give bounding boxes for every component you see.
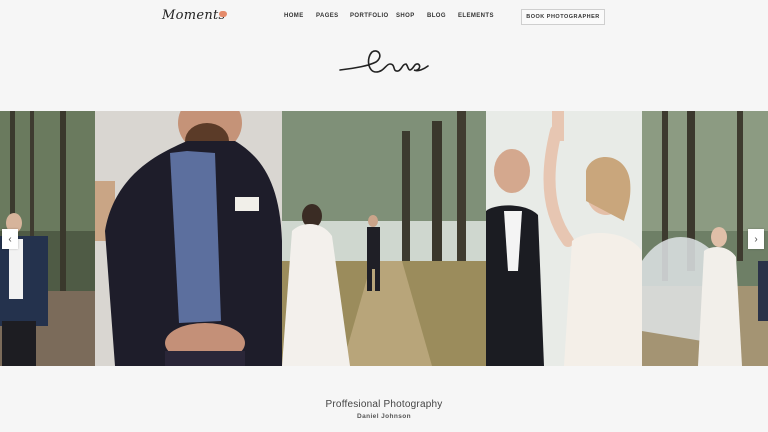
nav-item-pages[interactable]: PAGES — [316, 13, 339, 19]
gallery-caption-author: Daniel Johnson — [357, 413, 411, 420]
nav-item-elements[interactable]: ELEMENTS — [458, 13, 494, 19]
nav-item-portfolio[interactable]: PORTFOLIO — [350, 13, 389, 19]
gallery-caption-title: Proffesional Photography — [325, 399, 443, 410]
gallery-slide[interactable] — [282, 111, 486, 366]
gallery-next-button[interactable]: › — [748, 229, 764, 249]
main-nav: HOME PAGES PORTFOLIO SHOP BLOG ELEMENTS — [0, 13, 768, 23]
site-header: Moments HOME PAGES PORTFOLIO SHOP BLOG E… — [0, 0, 768, 38]
nav-item-home[interactable]: HOME — [284, 13, 304, 19]
gallery-prev-button[interactable]: ‹ — [2, 229, 18, 249]
book-photographer-button[interactable]: BOOK PHOTOGRAPHER — [521, 9, 605, 25]
nav-item-blog[interactable]: BLOG — [427, 13, 446, 19]
photo-gallery: ‹ › — [0, 111, 768, 366]
gallery-slide[interactable] — [95, 111, 282, 366]
nav-item-shop[interactable]: SHOP — [396, 13, 415, 19]
gallery-slide[interactable] — [486, 111, 642, 366]
page-title-script — [338, 42, 430, 82]
